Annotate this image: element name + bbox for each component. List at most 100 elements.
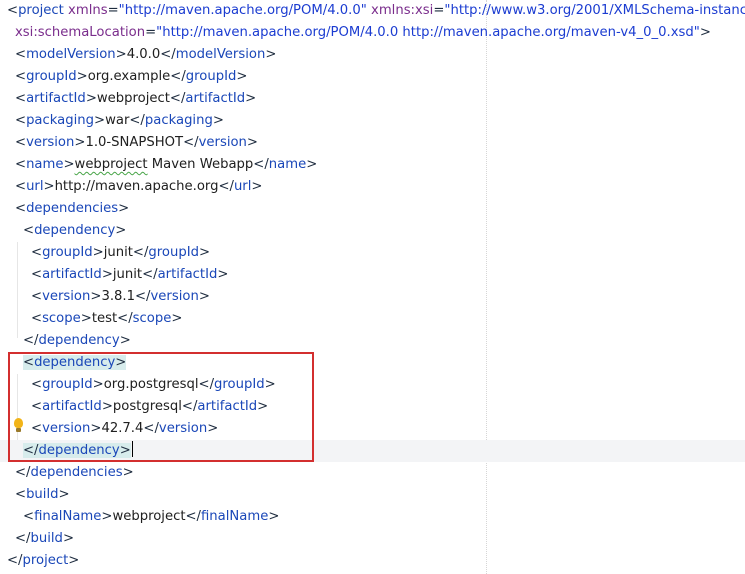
code-token: name: [26, 157, 64, 172]
code-token: </: [142, 267, 158, 282]
code-token: <: [7, 3, 19, 18]
right-margin-guide: [486, 0, 487, 574]
code-token: </: [129, 113, 145, 128]
code-token: </: [15, 531, 31, 546]
code-token: >: [80, 311, 92, 326]
code-token: war: [105, 113, 130, 128]
code-token: >: [62, 531, 74, 546]
code-token: <: [23, 223, 35, 238]
code-token: artifactId: [185, 91, 246, 106]
code-token: build: [30, 531, 63, 546]
code-token: >: [198, 245, 211, 260]
code-token: version: [26, 135, 75, 150]
selection-highlight-box: [8, 352, 314, 462]
code-token: project: [22, 553, 69, 568]
code-token: >: [43, 179, 55, 194]
code-editor[interactable]: <project xmlns="http://maven.apache.org/…: [0, 0, 745, 574]
code-token: 1.0-SNAPSHOT: [85, 135, 184, 150]
code-token: dependency: [38, 333, 120, 348]
code-token: >: [63, 157, 75, 172]
code-token: "http://www.w3.org/2001/XMLSchema-instan…: [444, 3, 745, 18]
code-token: version: [42, 289, 91, 304]
code-token: >: [265, 47, 277, 62]
code-token: finalName: [34, 509, 102, 524]
code-token: >: [101, 509, 113, 524]
code-token: </: [135, 289, 151, 304]
code-token: <: [31, 267, 43, 282]
code-token: name: [268, 157, 307, 172]
code-token: >: [94, 113, 106, 128]
code-token: </: [15, 465, 31, 480]
code-token: <: [15, 113, 27, 128]
code-token: xsi:schemaLocation: [15, 25, 146, 40]
code-token: <: [15, 201, 27, 216]
code-token: artifactId: [42, 267, 102, 282]
code-token: test: [91, 311, 118, 326]
code-token: </: [132, 245, 149, 260]
code-token: >: [74, 135, 86, 150]
code-token: =: [433, 3, 445, 18]
code-token: version: [198, 135, 247, 150]
code-token: scope: [132, 311, 172, 326]
code-token: >: [245, 91, 257, 106]
indent-guide: [17, 242, 18, 338]
code-token: groupId: [26, 69, 77, 84]
code-token: modelVersion: [175, 47, 266, 62]
code-token: scope: [42, 311, 81, 326]
lightbulb-icon[interactable]: [14, 418, 23, 428]
code-token: >: [115, 223, 127, 238]
lightbulb-icon-base: [16, 428, 21, 432]
code-token: <: [15, 157, 27, 172]
code-token: >: [115, 47, 127, 62]
code-token: groupId: [42, 245, 93, 260]
code-token: </: [218, 179, 234, 194]
code-token: </: [170, 69, 186, 84]
code-token: <: [31, 289, 43, 304]
code-token: </: [183, 135, 199, 150]
code-token: junit: [103, 245, 133, 260]
code-token: finalName: [201, 509, 269, 524]
code-token: http://maven.apache.org: [54, 179, 219, 194]
code-token: >: [212, 113, 224, 128]
code-token: <: [31, 245, 43, 260]
code-token: packaging: [26, 113, 95, 128]
code-token: >: [119, 333, 131, 348]
code-token: >: [90, 289, 102, 304]
code-token: =: [107, 3, 119, 18]
code-token: "http://maven.apache.org/POM/4.0.0 http:…: [156, 25, 700, 40]
code-token: >: [268, 509, 280, 524]
code-token: packaging: [144, 113, 213, 128]
code-token: >: [251, 179, 263, 194]
code-token: >: [122, 465, 134, 480]
code-token: >: [217, 267, 229, 282]
code-token: Maven Webapp: [147, 157, 254, 172]
code-token: >: [236, 69, 248, 84]
code-token: </: [253, 157, 269, 172]
code-token: artifactId: [157, 267, 218, 282]
code-token: </: [7, 553, 23, 568]
code-token: >: [76, 69, 88, 84]
code-token: <: [15, 47, 27, 62]
code-token: webproject: [74, 157, 148, 172]
code-token: >: [58, 487, 70, 502]
code-token: webproject: [112, 509, 186, 524]
code-token: xmlns: [68, 3, 108, 18]
code-token: artifactId: [26, 91, 86, 106]
code-token: modelVersion: [26, 47, 116, 62]
code-token: >: [68, 553, 80, 568]
code-token: <: [31, 311, 43, 326]
code-token: </: [185, 509, 202, 524]
code-token: dependencies: [30, 465, 123, 480]
code-token: >: [306, 157, 318, 172]
code-token: 4.0.0: [126, 47, 161, 62]
code-token: </: [160, 47, 176, 62]
code-token: version: [150, 289, 199, 304]
code-token: url: [26, 179, 44, 194]
code-token: webproject: [96, 91, 170, 106]
code-token: >: [699, 25, 711, 40]
code-token: <: [15, 69, 27, 84]
code-token: <: [15, 487, 27, 502]
code-token: junit: [112, 267, 143, 282]
code-token: <: [15, 135, 27, 150]
code-token: </: [117, 311, 133, 326]
